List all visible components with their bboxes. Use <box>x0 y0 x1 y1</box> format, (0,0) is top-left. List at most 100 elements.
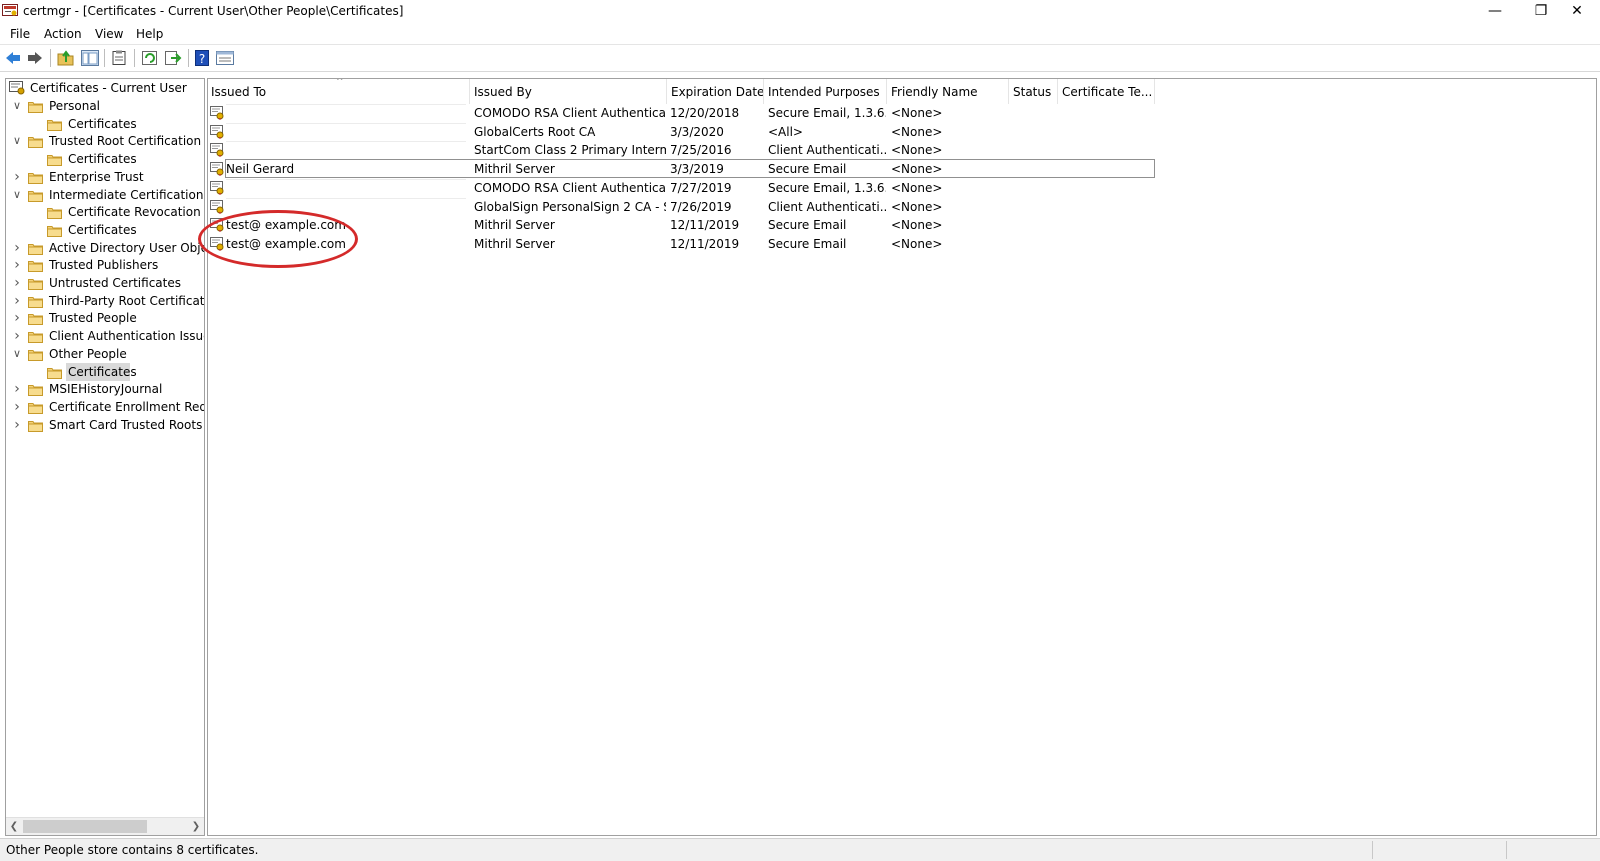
tree-item[interactable]: › Trusted People <box>6 309 202 327</box>
expand-chevron-icon[interactable]: › <box>12 416 22 434</box>
col-intended-purposes-header[interactable]: Intended Purposes <box>764 79 887 104</box>
collapse-chevron-icon[interactable]: ∨ <box>12 132 22 150</box>
col-issued-by-header[interactable]: Issued By <box>470 79 667 104</box>
tree-item[interactable]: › Active Directory User Object <box>6 239 204 257</box>
expand-chevron-icon[interactable]: › <box>12 274 22 292</box>
tree-horizontal-scrollbar[interactable]: ❮ ❯ <box>6 817 204 835</box>
cell-certificate-template <box>1062 216 1152 235</box>
col-issued-to-label: Issued To <box>211 85 267 99</box>
tree-item[interactable]: › Certificate Enrollment Reque: <box>6 398 205 416</box>
tree-item[interactable]: › Enterprise Trust <box>6 168 202 186</box>
table-row[interactable]: GlobalSign PersonalSign 2 CA - S... 7/26/… <box>208 197 1158 217</box>
forward-icon[interactable] <box>26 50 44 66</box>
cell-certificate-template <box>1062 235 1152 254</box>
cell-intended-purposes: Secure Email, 1.3.6.... <box>768 180 886 195</box>
expand-chevron-icon[interactable]: › <box>12 398 22 416</box>
menu-bar: File Action View Help <box>0 24 1600 44</box>
cell-status <box>1013 235 1057 254</box>
folder-icon <box>28 419 43 432</box>
show-hide-console-tree-icon[interactable] <box>81 50 99 66</box>
tree-item[interactable]: Certificates <box>6 362 202 381</box>
tree-item-label: Personal <box>49 99 101 113</box>
up-folder-icon[interactable] <box>57 50 75 66</box>
expand-chevron-icon[interactable]: › <box>12 239 22 257</box>
scroll-left-arrow-icon[interactable]: ❮ <box>6 818 22 835</box>
folder-icon <box>28 100 43 113</box>
tree-item[interactable]: Certificates <box>6 115 202 133</box>
scroll-thumb[interactable] <box>23 820 147 833</box>
minimize-button[interactable]: — <box>1472 0 1518 24</box>
tree-item-label: Intermediate Certification Au <box>49 187 204 202</box>
tree-item[interactable]: ∨ Personal <box>6 97 202 115</box>
menu-file[interactable]: File <box>10 27 30 41</box>
cell-certificate-template <box>1062 123 1152 142</box>
back-icon[interactable] <box>4 50 22 66</box>
collapse-chevron-icon[interactable]: ∨ <box>12 186 22 204</box>
col-friendly-name-header[interactable]: Friendly Name <box>887 79 1009 104</box>
scroll-right-arrow-icon[interactable]: ❯ <box>188 818 204 835</box>
tree-item[interactable]: Certificates <box>6 150 202 168</box>
expand-chevron-icon[interactable]: › <box>12 168 22 186</box>
tree-item-label: Certificate Enrollment Reque: <box>49 399 205 414</box>
expand-chevron-icon[interactable]: › <box>12 380 22 398</box>
tree-item[interactable]: ∨ Intermediate Certification Au <box>6 186 204 204</box>
col-issued-to-header[interactable]: Issued To ^ <box>208 79 470 104</box>
col-issued-by-label: Issued By <box>474 85 532 99</box>
certificate-list-pane[interactable]: Issued To ^ Issued By Expiration Date Intend… <box>207 78 1597 836</box>
collapse-chevron-icon[interactable]: ∨ <box>12 97 22 115</box>
tree-item[interactable]: › MSIEHistoryJournal <box>6 380 202 398</box>
svg-text:?: ? <box>199 52 205 66</box>
cell-issued-by: Mithril Server <box>474 236 555 251</box>
folder-icon <box>47 366 62 379</box>
table-row[interactable]: StartCom Class 2 Primary Interme... 7/25/… <box>208 141 1158 160</box>
cell-friendly-name: <None> <box>891 236 943 251</box>
tree-item[interactable]: › Smart Card Trusted Roots <box>6 416 202 434</box>
tree-item[interactable]: › Third-Party Root Certificatior <box>6 292 204 310</box>
tree-item-label: Smart Card Trusted Roots <box>49 417 203 432</box>
col-status-header[interactable]: Status <box>1009 79 1058 104</box>
close-button[interactable]: ✕ <box>1554 0 1600 24</box>
tree-item[interactable]: Certificates <box>6 221 202 239</box>
tree-item[interactable]: › Trusted Publishers <box>6 256 202 274</box>
cell-expiration-date: 3/3/2020 <box>670 124 724 139</box>
col-certificate-template-header[interactable]: Certificate Te... <box>1058 79 1155 104</box>
cell-issued-by: GlobalCerts Root CA <box>474 124 596 139</box>
help-icon[interactable]: ? <box>194 50 212 66</box>
tree-item[interactable]: ∨ Other People <box>6 345 202 363</box>
table-row[interactable]: GlobalCerts Root CA 3/3/2020 <All> <None> <box>208 122 1158 142</box>
expand-chevron-icon[interactable]: › <box>12 327 22 345</box>
refresh-icon[interactable] <box>141 50 159 66</box>
tree-item[interactable]: Certificate Revocation Lis <box>6 203 204 221</box>
expand-chevron-icon[interactable]: › <box>12 292 22 310</box>
tree-item[interactable]: › Untrusted Certificates <box>6 274 202 292</box>
tree-item-label: Certificates <box>68 152 137 167</box>
tree-item[interactable]: › Client Authentication Issuers <box>6 327 204 345</box>
table-row[interactable]: COMODO RSA Client Authenticat... 7/27/201… <box>208 178 1158 198</box>
menu-view[interactable]: View <box>95 27 123 41</box>
properties-view-icon[interactable] <box>216 50 234 66</box>
title-bar: certmgr - [Certificates - Current User\O… <box>0 0 1600 24</box>
toolbar: ? <box>0 44 1600 72</box>
expand-chevron-icon[interactable]: › <box>12 309 22 327</box>
tree-item-label: Certificates <box>68 222 137 237</box>
export-icon[interactable] <box>164 50 182 66</box>
menu-help[interactable]: Help <box>136 27 163 41</box>
collapse-chevron-icon[interactable]: ∨ <box>12 345 22 363</box>
cell-intended-purposes: Secure Email, 1.3.6.... <box>768 106 886 120</box>
export-list-icon[interactable] <box>110 50 128 66</box>
red-annotation-circle <box>198 210 358 268</box>
console-tree[interactable]: Certificates - Current User ∨ Personal Cer… <box>5 78 205 836</box>
col-expiration-date-header[interactable]: Expiration Date <box>667 79 764 104</box>
expand-chevron-icon[interactable]: › <box>12 256 22 274</box>
menu-action[interactable]: Action <box>44 27 82 41</box>
folder-icon <box>28 259 43 273</box>
tree-item[interactable]: ∨ Trusted Root Certification Au <box>6 132 204 150</box>
folder-icon <box>28 189 43 202</box>
cell-certificate-template <box>1062 198 1152 217</box>
folder-icon <box>28 330 43 344</box>
cell-certificate-template <box>1062 104 1152 123</box>
tree-root[interactable]: Certificates - Current User <box>6 79 202 97</box>
table-row[interactable]: COMODO RSA Client Authenticat... 12/20/20… <box>208 104 1158 123</box>
tree-item-label: Trusted Publishers <box>49 258 159 273</box>
col-expiration-date-label: Expiration Date <box>671 85 764 99</box>
